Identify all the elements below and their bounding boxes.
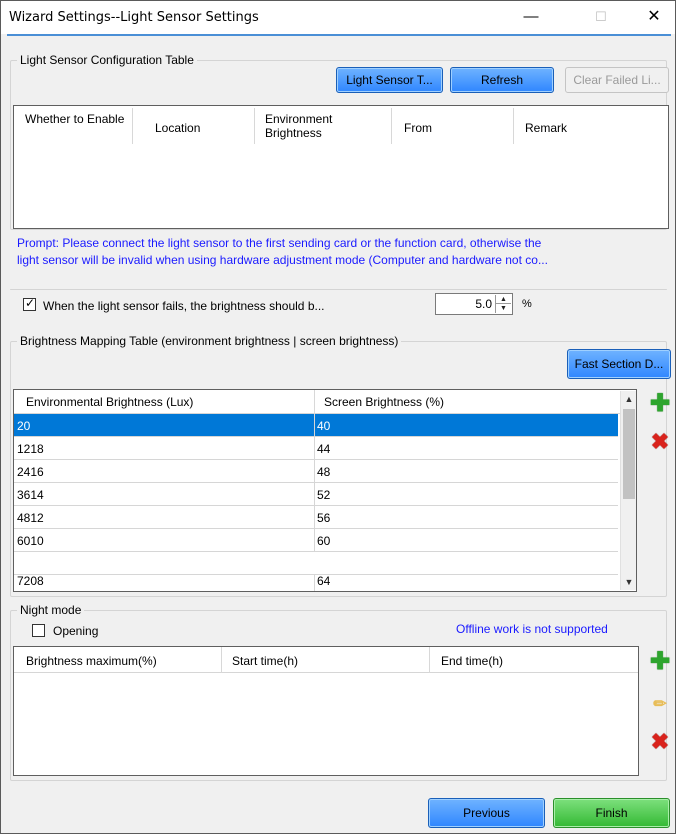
spin-down-icon[interactable]: ▼ xyxy=(496,304,511,313)
screen-brightness-cell: 64 xyxy=(317,574,331,588)
cell-divider xyxy=(314,529,315,552)
opening-checkbox[interactable] xyxy=(32,624,45,637)
table-row[interactable]: 2416 48 xyxy=(14,460,618,483)
cell-divider xyxy=(314,414,315,437)
screen-brightness-cell: 56 xyxy=(317,511,331,525)
table-row[interactable]: 1218 44 xyxy=(14,437,618,460)
wizard-window: Wizard Settings--Light Sensor Settings —… xyxy=(0,0,676,834)
col-start-time: Start time(h) xyxy=(232,654,299,668)
sensor-config-label: Light Sensor Configuration Table xyxy=(17,53,197,67)
prompt-text: Prompt: Please connect the light sensor … xyxy=(17,235,667,269)
screen-brightness-cell: 60 xyxy=(317,534,331,548)
clear-failed-button[interactable]: Clear Failed Li... xyxy=(565,67,669,93)
col-screen-brightness: Screen Brightness (%) xyxy=(324,395,445,409)
cell-divider xyxy=(314,460,315,483)
scroll-thumb[interactable] xyxy=(623,409,635,499)
cell-divider xyxy=(314,574,315,591)
opening-label: Opening xyxy=(53,624,99,638)
mapping-scrollbar[interactable]: ▲ ▼ xyxy=(620,391,636,590)
fast-section-button[interactable]: Fast Section D... xyxy=(567,349,671,379)
maximize-button[interactable]: ☐ xyxy=(581,5,621,29)
previous-button[interactable]: Previous xyxy=(428,798,545,828)
table-row[interactable]: 6010 60 xyxy=(14,529,618,552)
light-sensor-button[interactable]: Light Sensor T... xyxy=(336,67,443,93)
screen-brightness-cell: 48 xyxy=(317,465,331,479)
delete-night-mode-icon[interactable]: ✖ xyxy=(649,731,671,753)
add-night-mode-plus-icon[interactable]: ✚ xyxy=(649,650,671,674)
column-divider xyxy=(513,108,514,144)
percent-unit: % xyxy=(522,298,532,310)
env-brightness-cell: 3614 xyxy=(17,488,44,502)
night-mode-table[interactable]: Brightness maximum(%) Start time(h) End … xyxy=(13,646,639,776)
screen-brightness-cell: 40 xyxy=(317,419,331,433)
night-mode-header: Brightness maximum(%) Start time(h) End … xyxy=(14,647,638,673)
screen-brightness-cell: 52 xyxy=(317,488,331,502)
column-divider xyxy=(254,108,255,144)
prompt-line-1: Prompt: Please connect the light sensor … xyxy=(17,236,542,250)
col-location: Location xyxy=(155,121,201,135)
edit-night-mode-pencil-icon[interactable]: ✏ xyxy=(649,694,671,716)
table-row[interactable]: 3614 52 xyxy=(14,483,618,506)
table-row[interactable]: 20 40 xyxy=(14,414,618,437)
screen-brightness-cell: 44 xyxy=(317,442,331,456)
column-divider xyxy=(221,647,222,673)
mapping-table[interactable]: Environmental Brightness (Lux) Screen Br… xyxy=(13,389,637,592)
column-divider xyxy=(314,390,315,414)
col-brightness-maximum: Brightness maximum(%) xyxy=(26,654,157,668)
col-end-time: End time(h) xyxy=(441,654,504,668)
column-divider xyxy=(429,647,430,673)
fail-brightness-spinbox[interactable]: 5.0 ▲ ▼ xyxy=(435,293,513,315)
check-icon: ✓ xyxy=(25,296,36,310)
table-row-separator xyxy=(14,552,618,575)
env-brightness-cell: 7208 xyxy=(17,574,44,588)
column-divider xyxy=(132,108,133,144)
scroll-down-icon[interactable]: ▼ xyxy=(621,574,637,590)
sensor-config-table[interactable]: Whether to Enable Location Environment B… xyxy=(13,105,669,229)
window-title: Wizard Settings--Light Sensor Settings xyxy=(9,10,259,25)
table-row[interactable]: 7208 64 xyxy=(14,574,618,591)
col-environmental-brightness: Environmental Brightness (Lux) xyxy=(26,395,194,409)
fail-brightness-label: When the light sensor fails, the brightn… xyxy=(43,299,325,313)
finish-button[interactable]: Finish xyxy=(553,798,670,828)
fail-brightness-checkbox[interactable]: ✓ xyxy=(23,296,36,311)
cell-divider xyxy=(314,437,315,460)
prompt-line-2: light sensor will be invalid when using … xyxy=(17,253,548,267)
scroll-up-icon[interactable]: ▲ xyxy=(621,391,637,407)
add-mapping-plus-icon[interactable]: ✚ xyxy=(649,392,671,416)
offline-note: Offline work is not supported xyxy=(456,622,608,636)
refresh-button[interactable]: Refresh xyxy=(450,67,554,93)
title-separator xyxy=(7,34,671,36)
delete-mapping-icon[interactable]: ✖ xyxy=(649,431,671,453)
divider-line xyxy=(10,289,667,290)
close-button[interactable]: ✕ xyxy=(634,5,674,29)
col-environment-brightness: Environment Brightness xyxy=(265,112,333,140)
fail-brightness-value: 5.0 xyxy=(475,297,492,311)
mapping-header: Environmental Brightness (Lux) Screen Br… xyxy=(14,390,620,414)
mapping-label: Brightness Mapping Table (environment br… xyxy=(17,334,402,348)
spin-up-icon[interactable]: ▲ xyxy=(496,295,511,304)
title-bar: Wizard Settings--Light Sensor Settings —… xyxy=(1,1,675,34)
env-brightness-cell: 20 xyxy=(17,419,31,433)
env-brightness-cell: 6010 xyxy=(17,534,44,548)
cell-divider xyxy=(314,506,315,529)
table-row[interactable]: 4812 56 xyxy=(14,506,618,529)
night-mode-label: Night mode xyxy=(17,603,85,617)
column-divider xyxy=(391,108,392,144)
env-brightness-cell: 2416 xyxy=(17,465,44,479)
spin-buttons: ▲ ▼ xyxy=(495,295,511,313)
env-brightness-cell: 1218 xyxy=(17,442,44,456)
minimize-button[interactable]: — xyxy=(511,5,551,29)
col-whether-to-enable: Whether to Enable xyxy=(25,112,125,126)
env-brightness-cell: 4812 xyxy=(17,511,44,525)
col-from: From xyxy=(404,121,432,135)
col-remark: Remark xyxy=(525,121,568,135)
cell-divider xyxy=(314,483,315,506)
